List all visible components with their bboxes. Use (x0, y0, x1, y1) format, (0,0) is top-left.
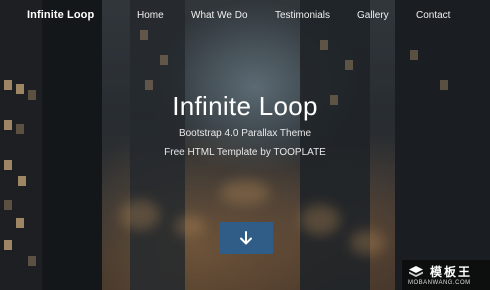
nav-item-testimonials[interactable]: Testimonials (275, 10, 330, 21)
nav-item-contact[interactable]: Contact (416, 10, 450, 21)
hero-subtitle-line1: Bootstrap 4.0 Parallax Theme (178, 128, 312, 139)
scroll-down-button[interactable] (219, 222, 273, 254)
watermark-en-text: MOBANWANG.COM (408, 280, 471, 286)
nav-item-what-we-do[interactable]: What We Do (191, 10, 248, 21)
nav-item-home[interactable]: Home (137, 10, 164, 21)
arrow-down-icon (240, 231, 252, 245)
brand-logo[interactable]: Infinite Loop (27, 9, 94, 21)
nav-item-gallery[interactable]: Gallery (357, 10, 389, 21)
top-navbar: Infinite Loop Home What We Do Testimonia… (0, 0, 490, 32)
hero-subtitle-line2: Free HTML Template by TOOPLATE (164, 147, 326, 158)
watermark-cn-text: 模板王 (430, 265, 473, 279)
watermark-badge: 模板王 MOBANWANG.COM (402, 260, 490, 290)
cube-logo-icon (409, 266, 423, 277)
hero-title: Infinite Loop (172, 91, 318, 121)
